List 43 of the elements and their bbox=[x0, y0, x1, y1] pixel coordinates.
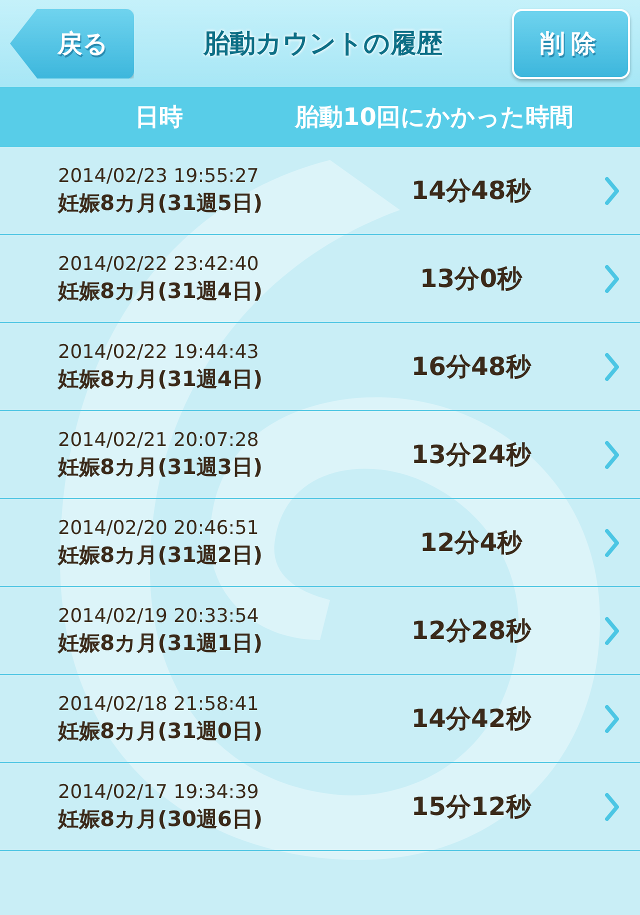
pregnancy-week-text: 妊娠8カ月(31週1日) bbox=[58, 630, 264, 656]
history-row[interactable]: 2014/02/21 20:07:28 妊娠8カ月(31週3日) 13分24秒 bbox=[0, 411, 640, 499]
date-time-text: 2014/02/17 19:34:39 bbox=[58, 780, 260, 802]
column-header: 胎動10回にかかった時間 bbox=[295, 102, 574, 133]
pregnancy-week-text: 妊娠8カ月(30週6日) bbox=[58, 806, 264, 832]
screen-title: 胎動カウントの履歴 bbox=[204, 28, 442, 61]
duration-text: 12分4秒 bbox=[418, 527, 524, 559]
pregnancy-week-text: 妊娠8カ月(31週4日) bbox=[58, 278, 264, 304]
history-row[interactable]: 2014/02/19 20:33:54 妊娠8カ月(31週1日) 12分28秒 bbox=[0, 587, 640, 675]
pregnancy-week-text: 妊娠8カ月(31週2日) bbox=[58, 542, 264, 568]
history-row[interactable]: 2014/02/23 19:55:27 妊娠8カ月(31週5日) 14分48秒 bbox=[0, 147, 640, 235]
chevron-icon bbox=[604, 616, 620, 646]
history-row[interactable]: 2014/02/22 23:42:40 妊娠8カ月(31週4日) 13分0秒 bbox=[0, 235, 640, 323]
history-row[interactable]: 2014/02/18 21:58:41 妊娠8カ月(31週0日) 14分42秒 bbox=[0, 675, 640, 763]
duration-text: 16分48秒 bbox=[410, 351, 532, 383]
pregnancy-week-text: 妊娠8カ月(31週3日) bbox=[58, 454, 264, 480]
pregnancy-week-text: 妊娠8カ月(31週4日) bbox=[58, 366, 264, 392]
pregnancy-week-text: 妊娠8カ月(31週0日) bbox=[58, 718, 264, 744]
duration-text: 12分28秒 bbox=[410, 615, 532, 647]
date-time-text: 2014/02/22 19:44:43 bbox=[58, 340, 260, 362]
history-row[interactable]: 2014/02/20 20:46:51 妊娠8カ月(31週2日) 12分4秒 bbox=[0, 499, 640, 587]
chevron-icon bbox=[604, 264, 620, 294]
pregnancy-week-text: 妊娠8カ月(31週5日) bbox=[58, 190, 264, 216]
chevron-icon bbox=[604, 528, 620, 558]
column-header: 日時 bbox=[135, 102, 183, 133]
chevron-icon bbox=[604, 176, 620, 206]
date-time-text: 2014/02/21 20:07:28 bbox=[58, 428, 260, 450]
chevron-icon bbox=[604, 440, 620, 470]
duration-text: 14分42秒 bbox=[410, 703, 532, 735]
chevron-icon bbox=[604, 704, 620, 734]
duration-text: 15分12秒 bbox=[410, 791, 532, 823]
chevron-icon bbox=[604, 792, 620, 822]
duration-text: 13分24秒 bbox=[410, 439, 532, 471]
chevron-icon bbox=[604, 352, 620, 382]
history-row[interactable]: 2014/02/22 19:44:43 妊娠8カ月(31週4日) 16分48秒 bbox=[0, 323, 640, 411]
date-time-text: 2014/02/18 21:58:41 bbox=[58, 692, 260, 714]
date-time-text: 2014/02/23 19:55:27 bbox=[58, 164, 260, 186]
duration-text: 14分48秒 bbox=[410, 175, 532, 207]
duration-text: 13分0秒 bbox=[418, 263, 524, 295]
history-row[interactable]: 2014/02/17 19:34:39 妊娠8カ月(30週6日) 15分12秒 bbox=[0, 763, 640, 851]
date-time-text: 2014/02/22 23:42:40 bbox=[58, 252, 260, 274]
date-time-text: 2014/02/20 20:46:51 bbox=[58, 516, 260, 538]
date-time-text: 2014/02/19 20:33:54 bbox=[58, 604, 260, 626]
